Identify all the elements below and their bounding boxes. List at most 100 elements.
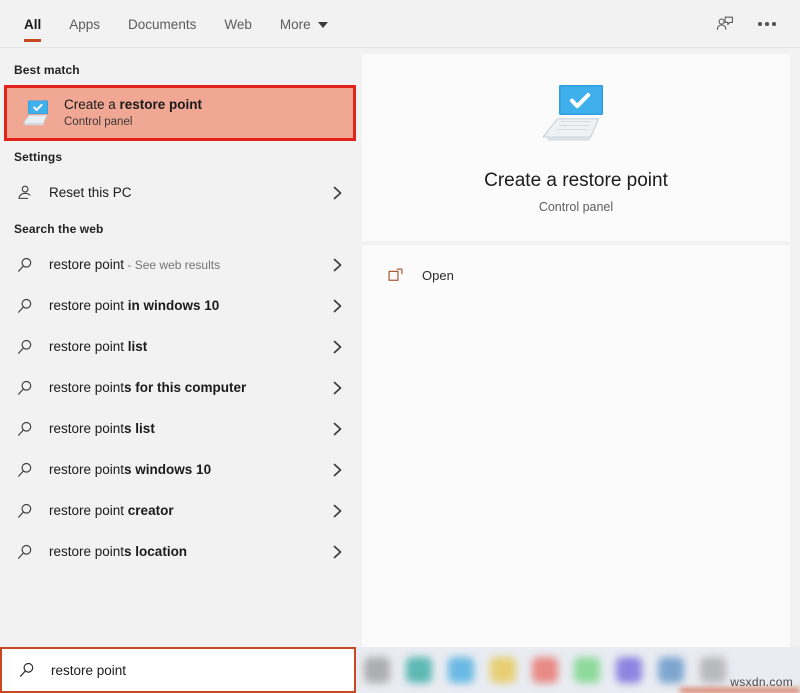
search-icon (14, 336, 36, 358)
taskbar-app-icon[interactable] (616, 657, 642, 683)
web-result-row[interactable]: restore points list (0, 408, 360, 449)
web-result-muted: - See web results (124, 258, 221, 272)
web-result-prefix: restore point (49, 544, 125, 559)
taskbar-app-icon[interactable] (574, 657, 600, 683)
web-result-label: restore point creator (49, 503, 328, 518)
more-options-button[interactable] (748, 5, 786, 43)
best-match-title: Create a restore point (64, 97, 202, 114)
web-result-label: restore points windows 10 (49, 462, 328, 477)
web-result-label: restore points for this computer (49, 380, 328, 395)
best-match-text: Create a restore point Control panel (64, 97, 202, 129)
chevron-right-icon[interactable] (328, 258, 346, 272)
chevron-right-icon[interactable] (328, 545, 346, 559)
search-tabbar: All Apps Documents Web More (0, 0, 800, 48)
web-result-bold: in windows 10 (127, 298, 220, 313)
best-match-title-bold: restore point (119, 96, 203, 112)
search-icon (14, 377, 36, 399)
best-match-subtitle: Control panel (64, 115, 133, 128)
taskbar-app-icon[interactable] (532, 657, 558, 683)
chevron-right-icon[interactable] (328, 340, 346, 354)
best-match-header: Best match (14, 63, 80, 77)
web-result-prefix: restore point (49, 462, 125, 477)
person-icon (14, 182, 36, 204)
preview-actions: Open (362, 245, 790, 647)
open-action-label: Open (422, 267, 454, 283)
tab-apps[interactable]: Apps (55, 0, 114, 48)
taskbar-app-icon[interactable] (448, 657, 474, 683)
web-result-bold: s for this computer (124, 380, 247, 395)
web-result-label: restore points location (49, 544, 328, 559)
web-result-bold: s location (124, 544, 188, 559)
search-input[interactable]: restore point (0, 647, 356, 693)
tab-all-label: All (24, 16, 42, 32)
best-match-result-create-restore-point[interactable]: Create a restore point Control panel (4, 85, 356, 141)
tab-apps-label: Apps (69, 16, 101, 32)
ellipsis-icon (758, 22, 776, 26)
search-icon (14, 254, 36, 276)
settings-result-label: Reset this PC (49, 185, 328, 200)
web-result-bold: s list (124, 421, 155, 436)
web-result-row[interactable]: restore point list (0, 326, 360, 367)
settings-header: Settings (14, 150, 63, 164)
tab-active-underline (24, 39, 42, 42)
search-input-value: restore point (51, 662, 127, 678)
tab-web[interactable]: Web (210, 0, 266, 48)
chevron-right-icon[interactable] (328, 504, 346, 518)
chevron-right-icon[interactable] (328, 463, 346, 477)
preview-pane: Create a restore point Control panel Ope… (360, 48, 800, 647)
taskbar-app-icon[interactable] (406, 657, 432, 683)
taskbar: wsxdn.com (356, 647, 800, 693)
best-match-title-prefix: Create a (64, 96, 120, 112)
web-result-row[interactable]: restore points for this computer (0, 367, 360, 408)
tab-all[interactable]: All (10, 0, 55, 48)
search-icon (16, 659, 38, 681)
taskbar-app-icon[interactable] (700, 657, 726, 683)
tab-documents-label: Documents (128, 16, 197, 32)
tab-more-label: More (279, 16, 311, 32)
preview-card: Create a restore point Control panel (362, 54, 790, 241)
restore-point-laptop-icon (19, 96, 53, 130)
search-icon (14, 500, 36, 522)
web-result-bold: creator (127, 503, 174, 518)
settings-result-label-text: Reset this PC (49, 185, 132, 200)
web-result-row[interactable]: restore point creator (0, 490, 360, 531)
search-icon (14, 295, 36, 317)
person-feedback-icon (716, 16, 733, 30)
settings-result-reset-this-pc[interactable]: Reset this PC (0, 172, 360, 213)
feedback-button[interactable] (706, 5, 744, 43)
chevron-down-icon (317, 22, 328, 28)
tab-more[interactable]: More (266, 0, 342, 48)
web-result-label: restore point - See web results (49, 257, 328, 272)
chevron-right-icon[interactable] (328, 299, 346, 313)
search-icon (14, 418, 36, 440)
chevron-right-icon[interactable] (328, 422, 346, 436)
chevron-right-icon[interactable] (328, 381, 346, 395)
tab-documents[interactable]: Documents (114, 0, 210, 48)
web-result-row[interactable]: restore points windows 10 (0, 449, 360, 490)
taskbar-strip: restore point wsxdn.com (0, 647, 800, 693)
tab-list: All Apps Documents Web More (0, 0, 342, 48)
best-match-container: Create a restore point Control panel (0, 85, 360, 141)
search-flyout: All Apps Documents Web More Best match C… (0, 0, 800, 647)
search-the-web-header: Search the web (14, 222, 104, 236)
watermark: wsxdn.com (730, 675, 793, 689)
taskbar-app-icon[interactable] (490, 657, 516, 683)
web-result-label: restore points list (49, 421, 328, 436)
results-list-pane: Best match Create a restore point Contro… (0, 48, 360, 647)
web-result-prefix: restore point (49, 503, 128, 518)
web-result-row[interactable]: restore point in windows 10 (0, 285, 360, 326)
web-result-prefix: restore point (49, 380, 125, 395)
web-result-prefix: restore point (49, 298, 128, 313)
open-action-button[interactable]: Open (362, 257, 790, 293)
chevron-right-icon[interactable] (328, 186, 346, 200)
taskbar-app-icons (356, 657, 726, 683)
web-result-row[interactable]: restore point - See web results (0, 244, 360, 285)
search-icon (14, 459, 36, 481)
web-result-prefix: restore point (49, 339, 128, 354)
preview-subtitle: Control panel (538, 200, 614, 215)
web-result-row[interactable]: restore points location (0, 531, 360, 572)
open-external-icon (384, 264, 406, 286)
web-result-prefix: restore point (49, 257, 125, 272)
taskbar-app-icon[interactable] (658, 657, 684, 683)
taskbar-app-icon[interactable] (364, 657, 390, 683)
